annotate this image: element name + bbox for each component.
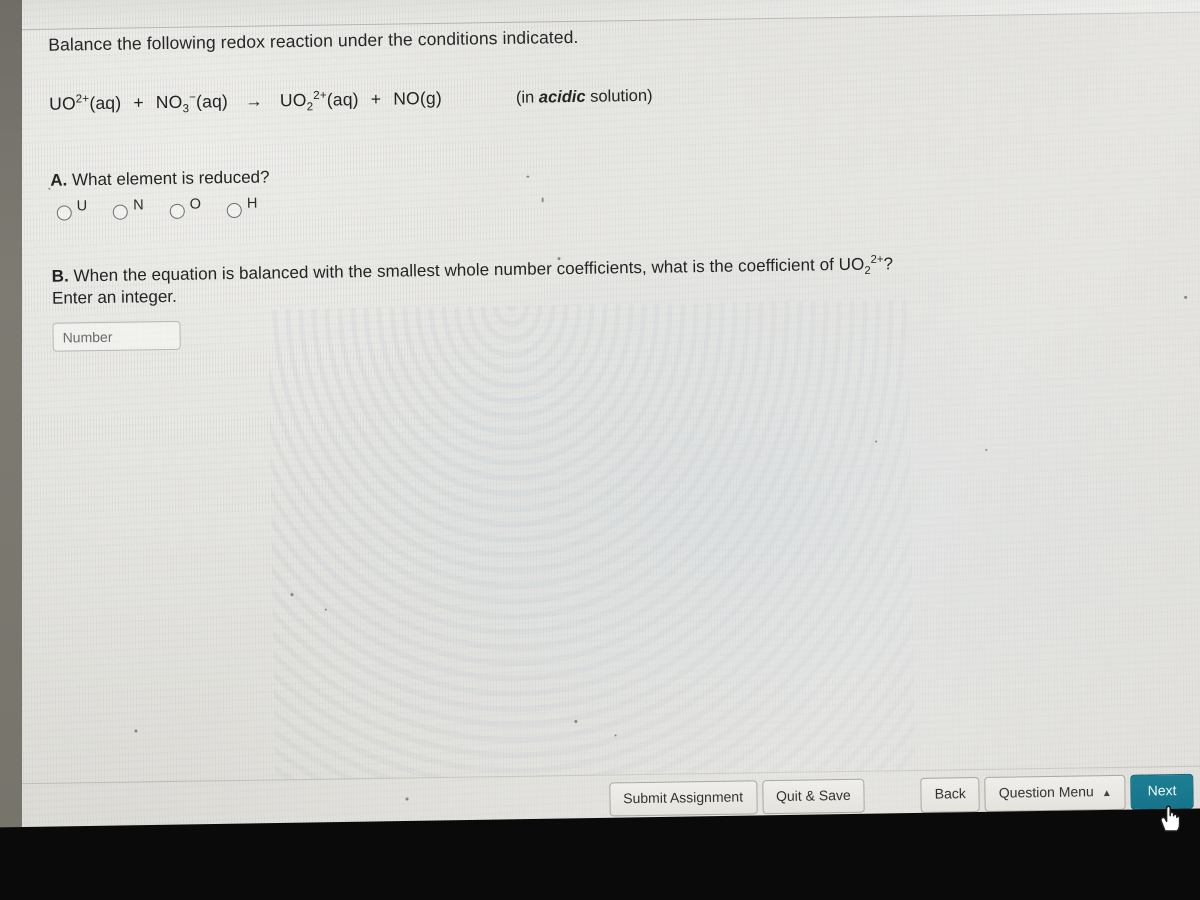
- number-input[interactable]: [52, 320, 181, 352]
- radio-circle-icon[interactable]: [56, 205, 72, 221]
- radio-circle-icon[interactable]: [113, 204, 129, 220]
- screen-rotation-wrapper: Balance the following redox reaction und…: [0, 0, 1200, 864]
- browser-viewport: Balance the following redox reaction und…: [0, 0, 1200, 864]
- reaction-equation-row: UO2+(aq) + NO3−(aq) → UO22+(aq) + NO(g) …: [49, 77, 1147, 116]
- question-b-block: B. When the equation is balanced with th…: [51, 250, 1151, 352]
- product-2: NO(g): [393, 87, 443, 109]
- question-b-label: B.: [51, 266, 69, 286]
- caret-up-icon: ▲: [1101, 788, 1112, 800]
- photographed-screen: Balance the following redox reaction und…: [0, 0, 1200, 900]
- product-1: UO22+(aq): [279, 89, 359, 114]
- reaction-equation: UO2+(aq) + NO3−(aq) → UO22+(aq) + NO(g): [49, 87, 443, 116]
- radio-option-u[interactable]: U: [56, 198, 88, 221]
- question-a-block: A. What element is reduced? U N O H: [50, 154, 1149, 221]
- question-a-label: A.: [50, 170, 68, 190]
- condition-prefix: (in: [515, 88, 539, 107]
- quit-and-save-button[interactable]: Quit & Save: [761, 778, 865, 814]
- radio-option-h[interactable]: H: [226, 195, 258, 219]
- left-bezel: [0, 0, 22, 830]
- question-b-subscript: 2: [864, 264, 871, 278]
- question-menu-label: Question Menu: [998, 783, 1094, 801]
- radio-option-n[interactable]: N: [113, 197, 144, 220]
- question-b-questionmark: ?: [883, 254, 894, 274]
- question-a-prompt: What element is reduced?: [71, 167, 270, 190]
- radio-label-o: O: [189, 196, 202, 213]
- radio-label-h: H: [246, 195, 258, 212]
- reactant-2: NO3−(aq): [155, 91, 229, 116]
- reaction-arrow: →: [244, 90, 263, 111]
- radio-option-o[interactable]: O: [169, 196, 202, 219]
- radio-label-n: N: [133, 197, 144, 214]
- footer-right-group: Back Question Menu ▲ Next: [920, 773, 1194, 813]
- question-a-options: U N O H: [56, 183, 1149, 221]
- reactant-1: UO2+(aq): [49, 92, 122, 114]
- question-b-charge: 2+: [870, 253, 884, 266]
- radio-circle-icon[interactable]: [169, 203, 185, 219]
- submit-assignment-button[interactable]: Submit Assignment: [608, 780, 758, 817]
- radio-circle-icon[interactable]: [226, 202, 243, 219]
- screen-moire-rings: [268, 300, 916, 780]
- question-menu-button[interactable]: Question Menu ▲: [984, 774, 1126, 812]
- next-button[interactable]: Next: [1130, 773, 1194, 810]
- footer-left-group: Submit Assignment Quit & Save: [608, 778, 865, 817]
- back-button[interactable]: Back: [920, 776, 981, 813]
- radio-label-u: U: [76, 198, 88, 215]
- button-group-spacer: [864, 778, 920, 779]
- question-content: Balance the following redox reaction und…: [26, 18, 1151, 366]
- condition-emphasis: acidic: [538, 87, 586, 107]
- condition-suffix: solution): [585, 86, 653, 106]
- reaction-condition: (in acidic solution): [516, 87, 653, 108]
